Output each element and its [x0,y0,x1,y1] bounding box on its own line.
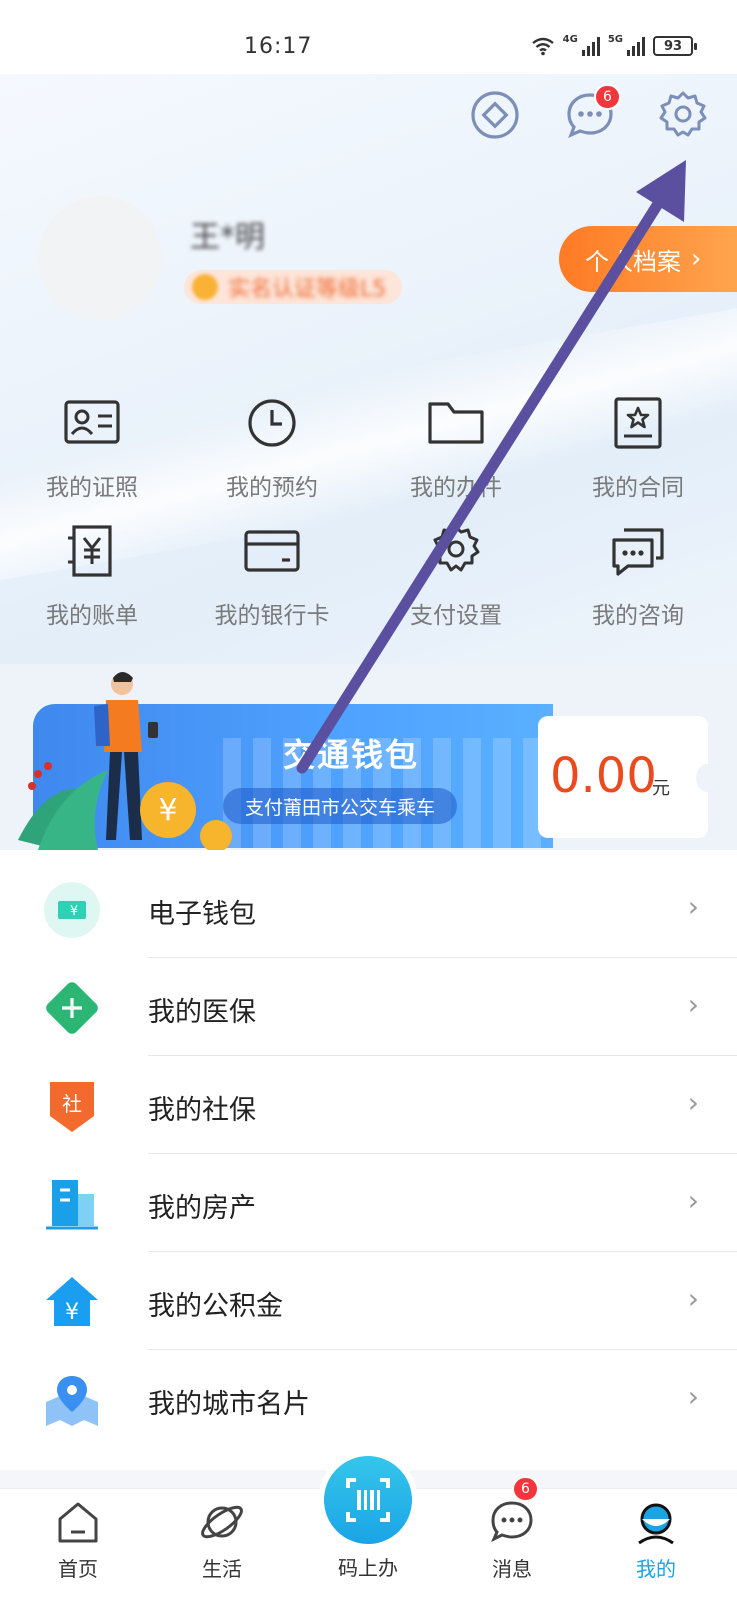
wallet-title: 交通钱包 [283,736,420,774]
profile-icon [638,1503,674,1545]
signal-icon-2 [627,36,645,56]
verification-level-pill[interactable]: 实名认证等级L5 [184,270,403,304]
nav-message-badge: 6 [512,1476,539,1502]
grid-label: 我的办件 [410,475,502,501]
settings-gear-icon[interactable] [658,90,708,140]
chat-icon [612,528,664,576]
svg-text:¥: ¥ [65,1300,79,1325]
chevron-right-icon: › [691,244,702,274]
bank-card-icon [244,530,300,572]
folder-icon [428,402,484,444]
e-wallet-icon: ¥ [44,882,100,938]
message-icon [491,1501,533,1543]
nav-label: 消息 [492,1557,532,1581]
signal-icon [581,36,600,56]
grid-item-cases[interactable]: 我的办件 [364,396,548,502]
grid-item-appointments[interactable]: 我的预约 [180,396,364,502]
chevron-right-icon: › [687,988,699,1021]
grid-item-bank-cards[interactable]: 我的银行卡 [180,524,364,630]
grid-item-certificates[interactable]: 我的证照 [0,396,184,502]
planet-icon [201,1505,243,1539]
medical-insurance-icon [46,982,98,1034]
list-item-label: 我的房产 [148,1193,256,1224]
home-icon [58,1502,98,1543]
commuter-illustration: ¥ [18,672,232,850]
nav-life[interactable]: 生活 [172,1497,272,1582]
profile-button-label: 个人档案 [585,247,681,276]
wallet-balance: 0.00 [550,748,657,804]
building-icon [46,1180,98,1230]
wallet-unit: 元 [652,778,670,799]
avatar[interactable] [38,196,162,320]
nav-label: 生活 [202,1557,242,1581]
gear-icon [432,525,480,572]
social-security-icon: 社 [50,1082,94,1132]
status-bar: 16:17 4G 5G 93 [0,0,737,74]
grid-item-payment-settings[interactable]: 支付设置 [364,524,548,630]
list-item-label: 电子钱包 [148,899,256,930]
grid-label: 我的预约 [226,475,318,501]
grid-label: 我的账单 [46,603,138,629]
network-label-1: 4G [562,33,578,45]
grid-label: 支付设置 [410,603,502,629]
nav-label: 首页 [58,1557,98,1581]
bill-icon [68,525,112,577]
username: 王*明 [190,220,265,255]
level-coin-icon [192,274,218,300]
list-item-city-card[interactable]: 我的城市名片 › [0,1350,737,1448]
list-item-label: 我的医保 [148,997,256,1028]
list-item-social-security[interactable]: 社 我的社保 › [0,1056,737,1154]
clock-icon [248,399,296,447]
grid-label: 我的证照 [46,475,138,501]
svg-text:¥: ¥ [158,793,177,828]
personal-profile-button[interactable]: 个人档案 › [559,226,737,292]
svg-text:¥: ¥ [70,904,78,919]
status-time: 16:17 [244,34,313,59]
wifi-icon [531,37,554,56]
contract-icon [614,397,662,449]
grid-item-consultations[interactable]: 我的咨询 [546,524,730,630]
scan-icon [346,1478,390,1522]
grid-label: 我的咨询 [592,603,684,629]
battery-icon: 93 [653,36,697,56]
scan-code-button[interactable] [318,1450,418,1550]
list-item-label: 我的社保 [148,1095,256,1126]
nav-label-active: 我的 [636,1557,676,1581]
chevron-right-icon: › [687,1380,699,1413]
chevron-right-icon: › [687,1184,699,1217]
battery-level: 93 [663,38,683,54]
status-icons: 4G 5G 93 [531,33,697,56]
scan-code-label: 码上办 [338,1556,398,1580]
list-item-e-wallet[interactable]: ¥ 电子钱包 › [0,860,737,958]
chevron-right-icon: › [687,890,699,923]
list-item-property[interactable]: 我的房产 › [0,1154,737,1252]
chevron-right-icon: › [687,1282,699,1315]
list-item-label: 我的城市名片 [148,1389,310,1420]
nav-home[interactable]: 首页 [28,1497,128,1582]
service-list: ¥ 电子钱包 › 我的医保 › 社 我的社保 › 我的房产 › ¥ 我的公积金 … [0,850,737,1470]
wallet-subtitle: 支付莆田市公交车乘车 [223,788,458,824]
vip-diamond-icon[interactable] [470,90,520,140]
id-card-icon [64,400,120,444]
housing-fund-icon: ¥ [46,1277,98,1326]
chevron-right-icon: › [687,1086,699,1119]
list-item-medical-insurance[interactable]: 我的医保 › [0,958,737,1056]
grid-item-bills[interactable]: 我的账单 [0,524,184,630]
nav-mine[interactable]: 我的 [606,1497,706,1582]
list-item-housing-fund[interactable]: ¥ 我的公积金 › [0,1252,737,1350]
svg-text:社: 社 [62,1092,82,1116]
grid-label: 我的银行卡 [214,603,330,629]
nav-messages[interactable]: 消息 [462,1497,562,1582]
location-pin-icon [46,1376,98,1426]
list-item-label: 我的公积金 [148,1291,283,1322]
grid-label: 我的合同 [592,475,684,501]
grid-item-contracts[interactable]: 我的合同 [546,396,730,502]
network-label-2: 5G [607,33,623,45]
message-badge: 6 [594,84,621,110]
level-text: 实名认证等级L5 [228,277,387,302]
